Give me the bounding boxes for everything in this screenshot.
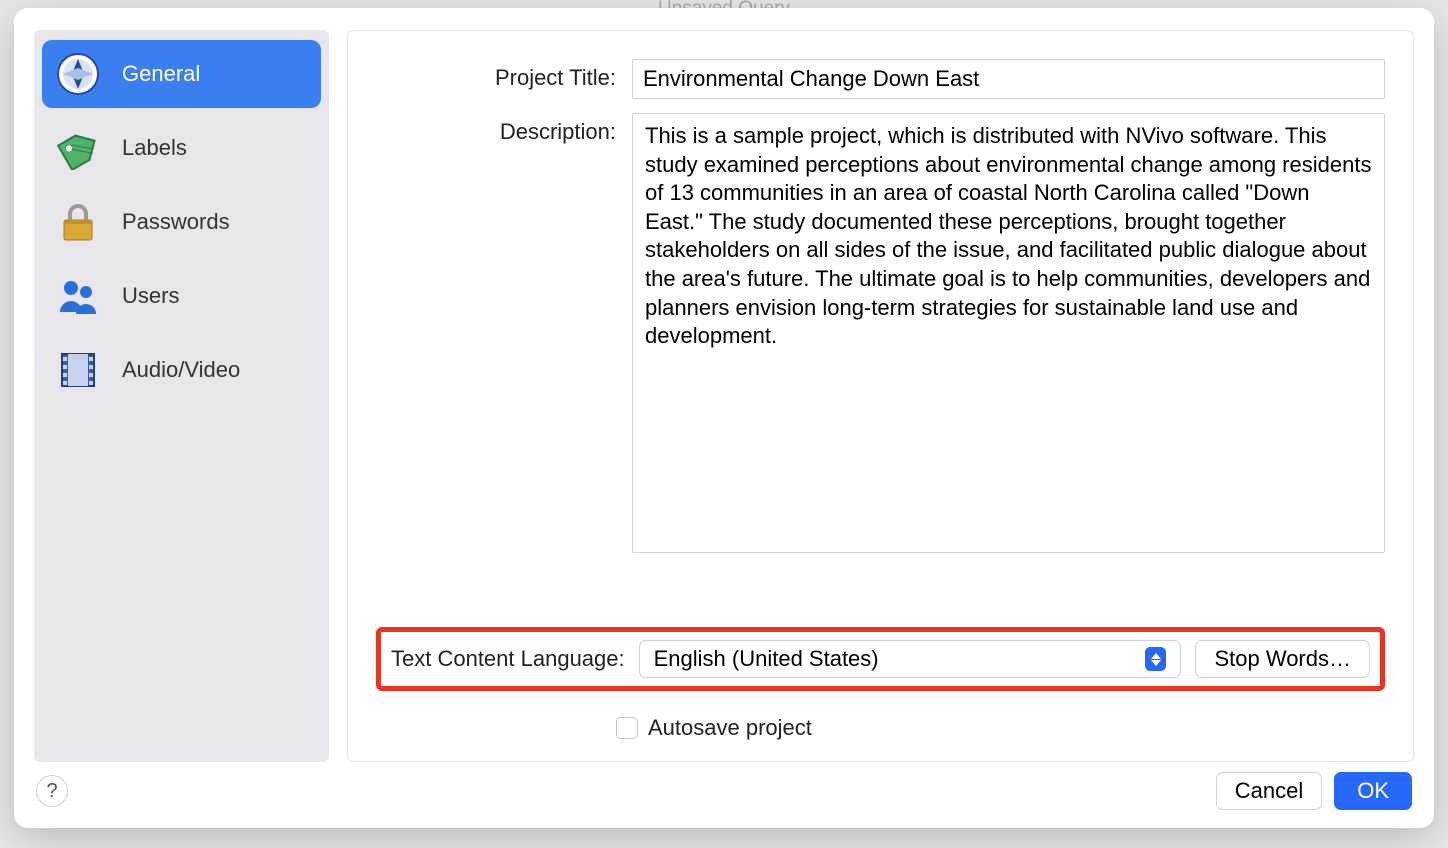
content-panel: Project Title: Description: Text Content… [347, 30, 1414, 762]
autosave-label: Autosave project [648, 715, 812, 741]
stop-words-button[interactable]: Stop Words… [1195, 640, 1370, 678]
project-title-label: Project Title: [376, 59, 616, 91]
sidebar-item-label: Audio/Video [122, 357, 240, 383]
description-label: Description: [376, 113, 616, 145]
ok-button[interactable]: OK [1334, 772, 1412, 810]
sidebar-item-label: General [122, 61, 200, 87]
autosave-row: Autosave project [616, 715, 1385, 741]
autosave-checkbox[interactable] [616, 717, 638, 739]
select-arrows-icon [1145, 647, 1166, 671]
description-textarea[interactable] [632, 113, 1385, 553]
sidebar-item-users[interactable]: Users [42, 262, 321, 330]
sidebar-item-label: Passwords [122, 209, 230, 235]
language-select-value: English (United States) [654, 646, 879, 672]
help-button[interactable]: ? [36, 775, 68, 807]
tag-icon [56, 126, 100, 170]
description-row: Description: [376, 113, 1385, 609]
sidebar-item-label: Labels [122, 135, 187, 161]
dialog-footer: ? Cancel OK [14, 762, 1434, 828]
language-select[interactable]: English (United States) [639, 640, 1182, 678]
compass-icon [56, 52, 100, 96]
film-icon [56, 348, 100, 392]
sidebar-item-passwords[interactable]: Passwords [42, 188, 321, 256]
sidebar-item-labels[interactable]: Labels [42, 114, 321, 182]
lock-icon [56, 200, 100, 244]
cancel-button[interactable]: Cancel [1216, 772, 1322, 810]
users-icon [56, 274, 100, 318]
project-title-input[interactable] [632, 59, 1385, 99]
sidebar-item-audio-video[interactable]: Audio/Video [42, 336, 321, 404]
text-content-language-row: Text Content Language: English (United S… [376, 627, 1385, 691]
sidebar-item-label: Users [122, 283, 179, 309]
project-title-row: Project Title: [376, 59, 1385, 99]
sidebar-item-general[interactable]: General [42, 40, 321, 108]
sidebar: General Labels [34, 30, 329, 762]
dialog-body: General Labels [14, 8, 1434, 762]
text-content-language-label: Text Content Language: [391, 646, 625, 672]
project-properties-dialog: General Labels [14, 8, 1434, 828]
